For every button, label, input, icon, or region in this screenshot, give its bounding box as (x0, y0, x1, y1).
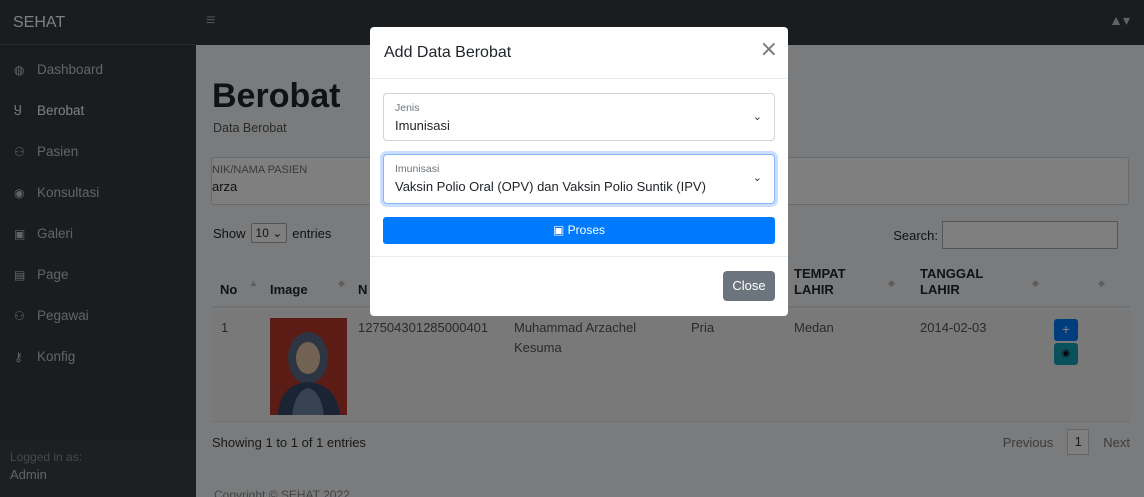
save-icon: ▣ (552, 223, 565, 237)
proses-label: Proses (567, 223, 606, 237)
proses-button[interactable]: ▣ Proses (383, 217, 775, 244)
jenis-select[interactable]: Jenis Imunisasi ⌄ (383, 93, 775, 141)
imunisasi-select[interactable]: Imunisasi Vaksin Polio Oral (OPV) dan Va… (383, 154, 775, 204)
imunisasi-value: Vaksin Polio Oral (OPV) dan Vaksin Polio… (395, 179, 706, 194)
chevron-down-icon: ⌄ (752, 111, 762, 123)
jenis-value: Imunisasi (395, 118, 450, 133)
add-berobat-modal: Add Data Berobat × Jenis Imunisasi ⌄ Imu… (370, 27, 788, 316)
modal-footer: Close (370, 256, 788, 316)
modal-header: Add Data Berobat × (370, 27, 788, 79)
close-icon[interactable]: × (760, 37, 778, 63)
chevron-down-icon: ⌄ (752, 172, 762, 184)
jenis-label: Jenis (395, 102, 420, 114)
close-button[interactable]: Close (723, 271, 775, 301)
modal-title: Add Data Berobat (384, 44, 512, 61)
imunisasi-label: Imunisasi (395, 163, 440, 175)
